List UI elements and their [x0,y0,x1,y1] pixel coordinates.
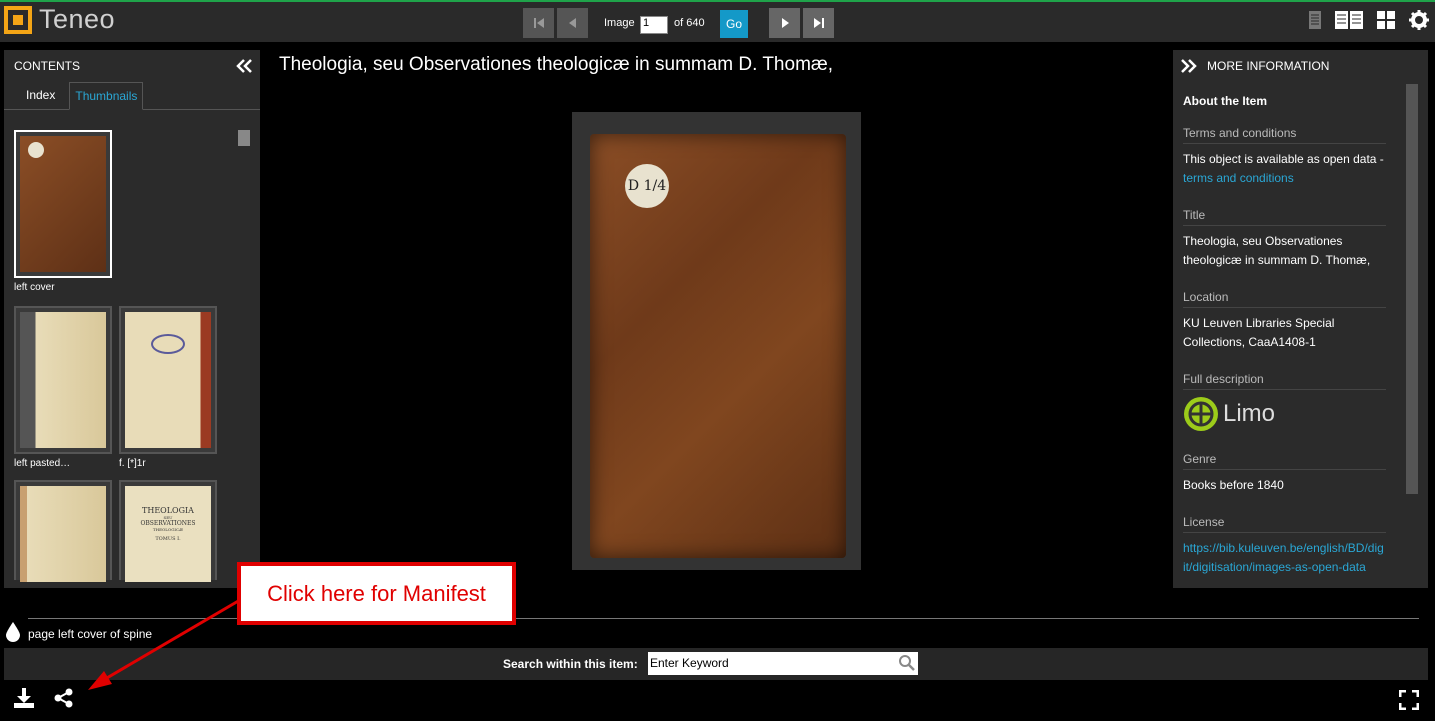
teneo-logo-icon [4,5,32,34]
info-scrollbar[interactable] [1406,84,1418,494]
thumbnail-caption: f. [*]1r [119,458,146,469]
terms-label: Terms and conditions [1183,126,1386,144]
terms-text: This object is available as open data - [1183,152,1384,166]
tab-index[interactable]: Index [12,82,69,109]
two-page-view-icon[interactable] [1335,11,1363,29]
thumbnail-f1r[interactable]: f. [*]1r [119,306,217,469]
image-total-label: of 640 [674,17,705,29]
manifest-callout: Click here for Manifest [237,562,516,625]
fullscreen-icon[interactable] [1399,690,1419,710]
drop-icon [6,622,20,642]
terms-link[interactable]: terms and conditions [1183,171,1294,185]
more-info-heading: MORE INFORMATION [1207,59,1330,73]
location-value: KU Leuven Libraries Special Collections,… [1183,316,1335,349]
next-page-button[interactable] [769,8,800,38]
thumbnails-scrollbar[interactable] [238,130,250,146]
search-label: Search within this item: [503,657,638,671]
skip-first-icon [533,18,544,28]
page-image[interactable]: D 1/4 [572,112,861,570]
grid-view-icon[interactable] [1377,11,1395,29]
location-label: Location [1183,290,1386,308]
about-heading: About the Item [1183,94,1267,108]
thumbnail-left-cover[interactable]: left cover [14,130,112,293]
search-icon[interactable] [899,655,915,671]
limo-logo-icon [1184,397,1218,431]
limo-link[interactable]: Limo [1183,396,1386,432]
previous-page-button[interactable] [557,8,588,38]
teneo-logo[interactable]: Teneo [4,4,115,35]
first-page-button[interactable] [523,8,554,38]
go-button[interactable]: Go [720,10,748,38]
collapse-right-icon[interactable] [1181,59,1197,73]
gear-icon[interactable] [1409,10,1429,30]
title-page-line: TOMUS I. [155,536,181,542]
title-label: Title [1183,208,1386,226]
top-toolbar: Teneo Image 1 of 640 Go [0,0,1435,42]
thumbnail-left-pasted[interactable]: left pasted… [14,306,112,469]
genre-value: Books before 1840 [1183,478,1284,492]
description-label: Full description [1183,372,1386,390]
current-page-label: page left cover of spine [28,627,153,641]
next-icon [781,18,789,28]
license-label: License [1183,515,1386,533]
title-page-line: THEOLOGICÆ [152,527,184,532]
logo-text: Teneo [39,4,116,34]
image-label: Image [604,17,635,29]
contents-heading: CONTENTS [14,59,80,73]
last-page-button[interactable] [803,8,834,38]
skip-last-icon [813,18,824,28]
image-number-input[interactable]: 1 [640,16,668,34]
contents-panel: CONTENTS Index Thumbnails left cover lef… [4,50,260,588]
download-icon[interactable] [14,688,34,708]
thumbnail-page-4[interactable] [14,480,112,582]
collapse-left-icon[interactable] [236,59,252,73]
search-input[interactable]: Enter Keyword [648,652,918,675]
tab-thumbnails[interactable]: Thumbnails [69,82,144,110]
limo-text: Limo [1223,400,1276,427]
title-page-line: THEOLOGIA [142,506,194,515]
title-value: Theologia, seu Observationes theologicæ … [1183,234,1371,267]
more-information-panel: MORE INFORMATION About the Item Terms an… [1173,50,1428,588]
item-title: Theologia, seu Observationes theologicæ … [279,54,834,75]
thumbnail-title-page[interactable]: THEOLOGIA SEU OBSERVATIONES THEOLOGICÆ T… [119,480,217,582]
share-icon[interactable] [54,688,74,708]
license-link[interactable]: https://bib.kuleuven.be/english/BD/digit… [1183,539,1386,577]
genre-label: Genre [1183,452,1386,470]
thumbnail-caption: left cover [14,282,55,293]
title-page-line: OBSERVATIONES [140,520,196,527]
previous-icon [568,18,576,28]
thumbnail-caption: left pasted… [14,458,71,469]
book-cover-image: D 1/4 [590,134,846,558]
shelf-label: D 1/4 [625,164,669,208]
single-page-view-icon[interactable] [1309,11,1321,29]
